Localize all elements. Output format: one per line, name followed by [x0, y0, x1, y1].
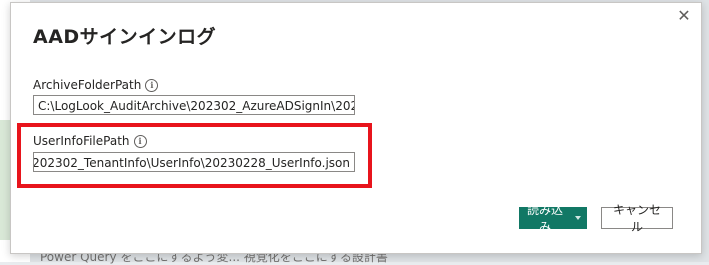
cancel-button-label: キャンセル — [612, 203, 661, 234]
archive-folder-path-label: ArchiveFolderPath i — [33, 78, 159, 92]
dialog-title: AADサインインログ — [33, 26, 217, 48]
load-button[interactable]: 読み込み — [519, 203, 587, 234]
cancel-button[interactable]: キャンセル — [601, 203, 673, 234]
info-icon[interactable]: i — [145, 78, 159, 92]
chevron-down-icon[interactable] — [575, 216, 581, 220]
aad-signin-dialog: ✕ AADサインインログ ArchiveFolderPath i C:\LogL… — [10, 2, 702, 254]
load-button-label: 読み込み — [526, 203, 563, 234]
archive-folder-path-input[interactable]: C:\LogLook_AuditArchive\202302_AzureADSi… — [33, 95, 355, 115]
archive-folder-path-value: C:\LogLook_AuditArchive\202302_AzureADSi… — [38, 99, 355, 113]
archive-folder-path-label-text: ArchiveFolderPath — [33, 78, 142, 92]
close-icon[interactable]: ✕ — [675, 7, 693, 25]
red-highlight-box — [17, 123, 372, 188]
